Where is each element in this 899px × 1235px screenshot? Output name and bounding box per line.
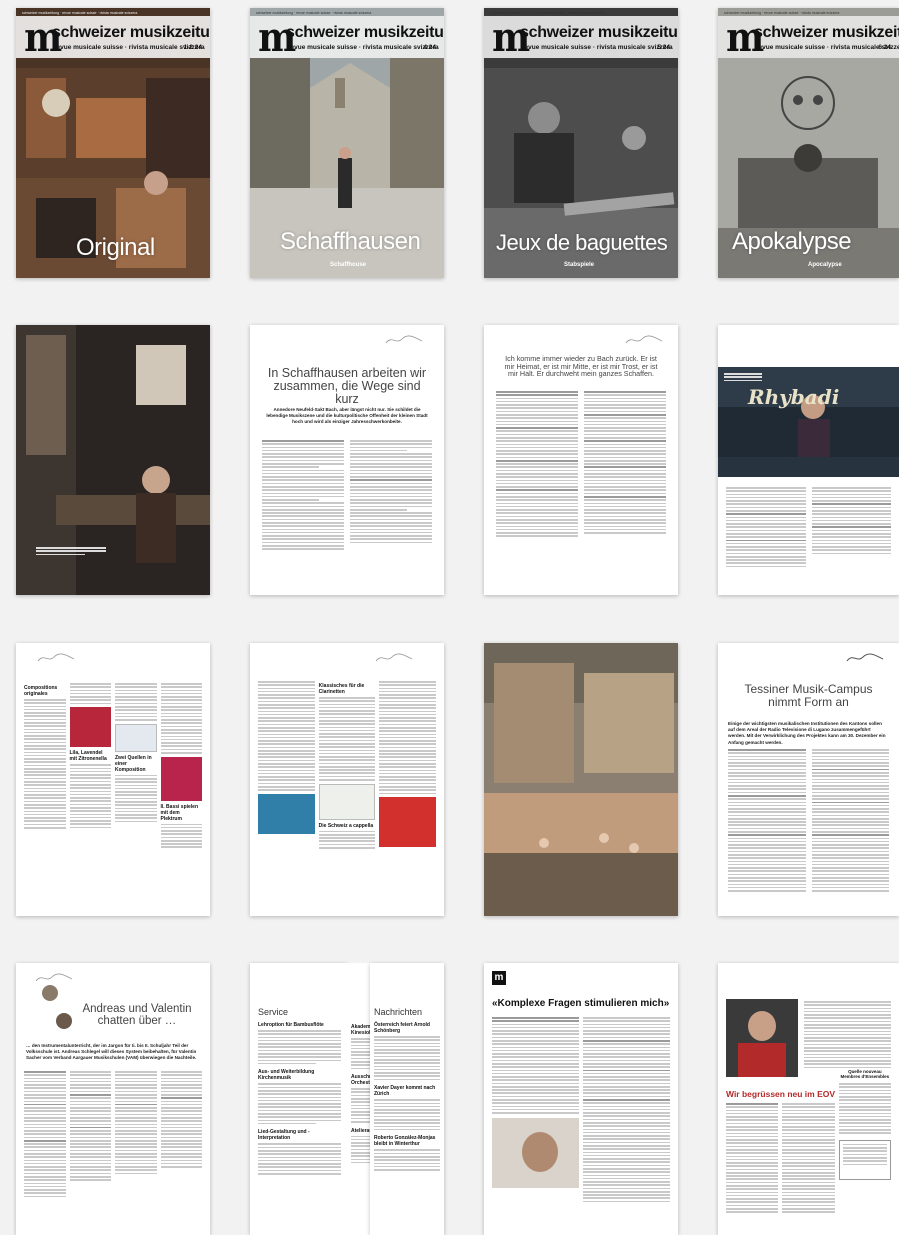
eov-box-title: Quelle nouveau Membres d'Ensembles bbox=[840, 1069, 890, 1079]
cover-page-2[interactable]: schweizer musikzeitung · revue musicale … bbox=[250, 8, 444, 278]
article-headline: Andreas und Valentin chatten über … bbox=[82, 1003, 192, 1028]
article-lead: Annedore Neufeld-Sakt Bach, aber längst … bbox=[266, 407, 428, 425]
news-heading: Xavier Dayer kommt nach Zürich bbox=[374, 1085, 436, 1098]
news-heading: Roberto González-Monjas bleibt in Winter… bbox=[374, 1135, 436, 1148]
rhybadi-photo bbox=[718, 367, 899, 477]
masthead-subtitle: revue musicale suisse · rivista musicale… bbox=[522, 44, 673, 51]
eov-headline: Wir begrüssen neu im EOV bbox=[726, 1089, 836, 1099]
cd-cover-image bbox=[160, 756, 202, 801]
news-title: Nachrichten bbox=[374, 1007, 423, 1017]
eov-portrait bbox=[726, 999, 798, 1077]
service-title: Service bbox=[258, 1007, 289, 1017]
service-heading: Aus- und Weiterbildung Kirchenmusik bbox=[258, 1069, 315, 1082]
masthead-subtitle: revue musicale suisse · rivista musicale… bbox=[54, 44, 205, 51]
eov-body-columns: Quelle nouveau Membres d'Ensembles bbox=[726, 1069, 891, 1215]
spread-page-rhybadi[interactable]: Rhybadi bbox=[718, 325, 899, 595]
avatar-andreas bbox=[42, 985, 58, 1001]
spread-page-nachrichten[interactable]: Nachrichten Österreich feiert Arnold Sch… bbox=[370, 963, 444, 1235]
spread-page-fullbleed-photo[interactable] bbox=[484, 643, 678, 916]
review-heading: Lila, Lavendel mit Zitronenella bbox=[69, 750, 107, 763]
spread-page-service[interactable]: Service Lehroption für Bambusflöte Aus- … bbox=[250, 963, 347, 1235]
bass-cover-image bbox=[258, 793, 315, 834]
rubric-scribble-icon bbox=[375, 653, 413, 662]
masthead-title: schweizer musikzeitung bbox=[52, 24, 210, 41]
interview-body-columns bbox=[496, 391, 666, 539]
spread-page-portrait[interactable] bbox=[16, 325, 210, 595]
score-cover-image bbox=[318, 783, 376, 820]
review-heading: Compositions originales bbox=[24, 685, 58, 697]
cover-subheadline: Schaffhouse bbox=[330, 262, 367, 268]
cover-page-1[interactable]: schweizer musikzeitung · revue musicale … bbox=[16, 8, 210, 278]
cover-headline: Jeux de baguettes bbox=[496, 230, 668, 255]
issue-number: 5 24 bbox=[657, 44, 670, 51]
article-body-columns bbox=[262, 440, 432, 552]
cover-headline: Schaffhausen bbox=[280, 228, 421, 255]
review-heading: Zwei Quellen in einer Komposition bbox=[115, 754, 152, 773]
cover-page-4[interactable]: schweizer musikzeitung · revue musicale … bbox=[718, 8, 899, 278]
eov-contact-box bbox=[838, 1139, 891, 1180]
article-body-columns bbox=[24, 1071, 202, 1199]
masthead-subtitle: revue musicale suisse · rivista musicale… bbox=[288, 44, 439, 51]
issue-number: 4 24 bbox=[423, 44, 436, 51]
issue-number: 1-2 24 bbox=[183, 44, 202, 51]
rubric-scribble-icon bbox=[625, 335, 663, 344]
campus-photo bbox=[484, 643, 678, 916]
red-cover-image bbox=[379, 797, 437, 848]
issue-number: 6 24 bbox=[878, 44, 891, 51]
cover-subheadline: Stabspiele bbox=[564, 262, 595, 268]
article-body-columns bbox=[728, 749, 889, 893]
masthead-logo-m: m bbox=[492, 971, 506, 985]
spread-page-schaffhausen-intro[interactable]: In Schaffhausen arbeiten wir zusammen, d… bbox=[250, 325, 444, 595]
spread-page-tessin[interactable]: Tessiner Musik-Campus nimmt Form an Eini… bbox=[718, 643, 899, 916]
article-headline: Tessiner Musik-Campus nimmt Form an bbox=[744, 682, 873, 709]
cover-headline: Apokalypse bbox=[732, 228, 852, 255]
rubric-scribble-icon bbox=[385, 335, 423, 344]
article-headline: «Komplexe Fragen stimulieren mich» bbox=[492, 998, 670, 1009]
rubric-scribble-icon bbox=[37, 653, 75, 662]
service-heading: Lehroption für Bambusflöte bbox=[258, 1022, 324, 1028]
article-lead: Einige der wichtigsten musikalischen Ins… bbox=[728, 721, 886, 745]
rhybadi-banner: Rhybadi bbox=[748, 385, 840, 409]
reviews-columns: Compositions originales Lila, Lavendel m… bbox=[24, 683, 202, 850]
rubric-scribble-icon bbox=[846, 653, 884, 662]
review-heading: Klassisches für die Clarinetten bbox=[318, 683, 365, 695]
avatar-valentin bbox=[56, 1013, 72, 1029]
spread-page-reviews-2[interactable]: Klassisches für die Clarinetten Die Schw… bbox=[250, 643, 444, 916]
masthead-title: schweizer musikzeitung bbox=[520, 24, 678, 41]
spread-page-chat[interactable]: Andreas und Valentin chatten über … … de… bbox=[16, 963, 210, 1235]
score-cover-image bbox=[115, 723, 157, 752]
rubric-scribble-icon bbox=[35, 973, 73, 982]
album-cover-image bbox=[69, 707, 111, 748]
cover-subheadline: Apocalypse bbox=[808, 262, 842, 268]
article-lead: … den Instrumentalunterricht, der im Jar… bbox=[26, 1043, 197, 1061]
review-heading: Die Schweiz a cappella bbox=[318, 822, 374, 829]
article-body-columns bbox=[492, 1017, 670, 1204]
spread-page-reviews-1[interactable]: Compositions originales Lila, Lavendel m… bbox=[16, 643, 210, 916]
review-heading: Il. Bassi spielen mit dem Plektrum bbox=[160, 803, 199, 822]
service-heading: Lied-Gestaltung und -Interpretation bbox=[258, 1129, 310, 1142]
spread-page-interview[interactable]: m «Komplexe Fragen stimulieren mich» bbox=[484, 963, 678, 1235]
reviews-columns: Klassisches für die Clarinetten Die Schw… bbox=[258, 681, 437, 850]
rhybadi-body-columns bbox=[726, 487, 891, 569]
pull-quote: Ich komme immer wieder zu Bach zurück. E… bbox=[504, 354, 658, 379]
news-heading: Österreich feiert Arnold Schönberg bbox=[374, 1022, 430, 1034]
cover-page-3[interactable]: schweizer musikzeitung · revue musicale … bbox=[484, 8, 678, 278]
masthead-title: schweizer musikzeitung bbox=[286, 24, 444, 41]
spread-page-bach-quote[interactable]: Ich komme immer wieder zu Bach zurück. E… bbox=[484, 325, 678, 595]
interview-portrait bbox=[492, 1117, 579, 1188]
masthead-title: schweizer musikzeitung bbox=[754, 24, 899, 41]
spread-page-eov[interactable]: Wir begrüssen neu im EOV Quelle nouveau … bbox=[718, 963, 899, 1235]
cover-headline: Original bbox=[76, 234, 155, 261]
article-headline: In Schaffhausen arbeiten wir zusammen, d… bbox=[267, 366, 427, 407]
